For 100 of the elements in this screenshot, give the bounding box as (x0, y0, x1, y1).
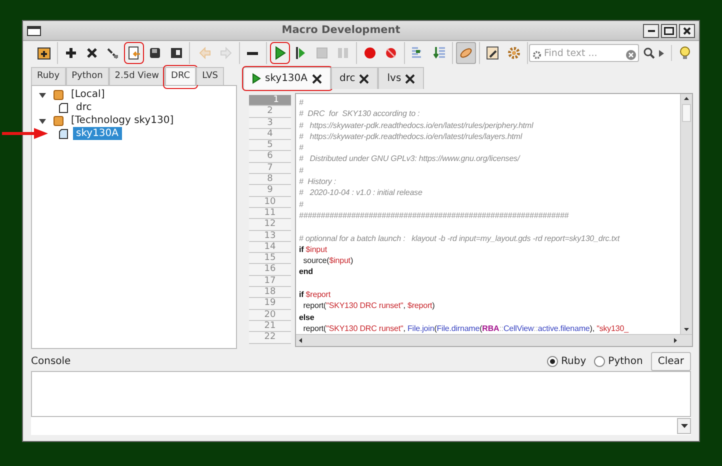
code-line: # 2020-10-04 : v1.0 : initial release (299, 187, 424, 199)
clear-button[interactable]: Clear (650, 352, 691, 370)
line-number: 4 (249, 128, 291, 140)
line-number: 9 (249, 185, 291, 197)
unindent-icon (430, 45, 446, 61)
code-line: report("SKY130 DRC runset", $report) (302, 300, 436, 312)
tree-item[interactable]: [Technology sky130] (68, 114, 177, 127)
window-title: Macro Development (280, 22, 402, 38)
search-icon[interactable] (643, 47, 655, 59)
play-icon (252, 73, 261, 84)
window-icon (27, 26, 41, 36)
line-number: 5 (249, 140, 291, 152)
vertical-scrollbar[interactable] (680, 94, 692, 334)
tree-item[interactable]: drc (73, 101, 95, 114)
minus-icon (247, 52, 258, 54)
editor-tab[interactable]: drc (330, 67, 378, 89)
line-number: 22 (249, 332, 291, 344)
right-arrow-icon (218, 45, 234, 61)
line-number: 8 (249, 174, 291, 186)
radio-button[interactable] (594, 356, 606, 366)
tab[interactable]: 2.5d View (108, 67, 166, 85)
minimize-icon (648, 30, 654, 32)
document-tool-icon (484, 45, 500, 61)
document-icon (58, 128, 69, 139)
code-line: # optionnal for a batch launch : klayout -b -rd input=my_layout.gds -rd report=sky130_drc.txt (299, 232, 621, 244)
line-number: 6 (249, 151, 291, 163)
scrollbar-thumb[interactable] (682, 104, 691, 122)
plus-icon (63, 45, 79, 61)
code-line: ############################################################## (299, 210, 570, 222)
document-icon (58, 102, 69, 113)
code-line: # https://skywater-pdk.readthedocs.io/en/latest/rules/periphery.html (299, 120, 534, 131)
search-field[interactable]: Find text ... (529, 44, 639, 62)
line-number: 7 (249, 162, 291, 174)
tab[interactable]: Ruby (31, 67, 66, 85)
radio-label: Ruby (561, 354, 586, 368)
line-number: 14 (249, 242, 291, 254)
pointer-arrow (2, 127, 48, 140)
horizontal-scrollbar[interactable] (296, 334, 692, 346)
close-icon[interactable] (312, 74, 322, 84)
line-number: 13 (249, 230, 291, 242)
line-number: 16 (249, 264, 291, 276)
save-icon (147, 45, 163, 61)
toolbar-button[interactable] (124, 42, 144, 64)
maximize-button[interactable] (661, 24, 677, 38)
expand-caret-icon[interactable] (38, 116, 47, 124)
code-line: # https://skywater-pdk.readthedocs.io/en/latest/rules/layers.html (299, 130, 524, 142)
gear-icon (506, 45, 522, 61)
close-icon[interactable] (405, 74, 416, 84)
line-number: 15 (249, 253, 291, 264)
stop-icon (314, 45, 330, 61)
editor-tab[interactable]: sky130A (243, 67, 330, 89)
console-input[interactable] (31, 417, 691, 435)
code-line: report("SKY130 DRC runset", File.join(File.dirname(RBA::CellView::active.filename), "sky130_ (302, 322, 630, 334)
console-label: Console (31, 354, 71, 368)
line-number: 17 (249, 276, 291, 288)
folder-plus-icon (36, 45, 52, 61)
close-button[interactable] (679, 24, 695, 38)
code-line: else (299, 312, 316, 323)
lightbulb-icon[interactable] (679, 46, 691, 60)
dropdown-button[interactable] (677, 418, 691, 434)
line-number: 2 (249, 106, 291, 118)
clear-icon[interactable] (626, 50, 636, 60)
close-icon (683, 26, 691, 34)
caret-icon[interactable] (659, 50, 664, 56)
line-number: 10 (249, 196, 291, 208)
code-line: if $input (299, 244, 328, 256)
folder-icon (53, 115, 64, 126)
gear-icon[interactable] (532, 50, 542, 60)
code-line: # DRC for SKY130 according to : (299, 108, 421, 120)
tree-item[interactable]: sky130A (73, 127, 122, 140)
line-number: 1 (249, 95, 291, 106)
line-number: 18 (249, 287, 291, 298)
tab[interactable]: LVS (196, 67, 224, 85)
tab[interactable]: Python (66, 67, 109, 85)
close-icon[interactable] (359, 74, 370, 84)
caret-icon (680, 424, 688, 428)
line-number: 11 (249, 208, 291, 220)
radio-label: Python (608, 354, 643, 368)
folder-icon (53, 89, 64, 100)
minimize-button[interactable] (643, 24, 659, 38)
save-all-icon (168, 45, 184, 61)
line-number: 19 (249, 298, 291, 310)
line-number: 20 (249, 310, 291, 321)
radio-button[interactable] (547, 356, 558, 366)
maximize-icon (664, 26, 674, 34)
code-line: # (299, 198, 304, 210)
code-line: # Distributed under GNU GPLv3: https://www.gnu.org/licenses/ (299, 153, 522, 165)
editor-tab[interactable]: lvs (378, 67, 424, 89)
code-line: if $report (299, 289, 332, 300)
tree-item[interactable]: [Local] (68, 88, 108, 101)
code-line: # (299, 164, 304, 176)
code-line: # History : (299, 176, 338, 188)
expand-caret-icon[interactable] (38, 90, 47, 98)
record-icon (362, 45, 378, 61)
code-line: end (299, 266, 314, 278)
line-number: 12 (249, 219, 291, 231)
left-arrow-icon (196, 45, 212, 61)
code-line: # (299, 142, 304, 154)
line-number: 21 (249, 320, 291, 332)
code-line: # (299, 97, 304, 108)
